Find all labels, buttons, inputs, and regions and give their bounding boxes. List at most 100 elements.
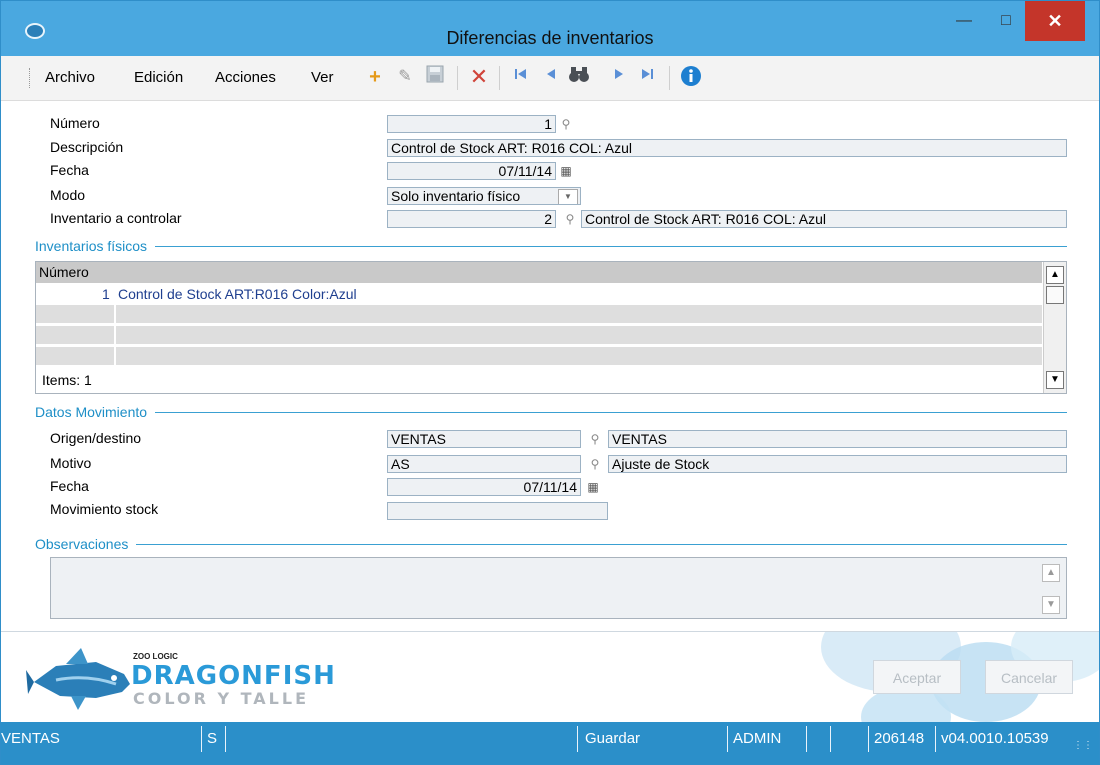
maximize-button[interactable]: □ [988, 1, 1024, 41]
empty-cell [116, 347, 1042, 365]
inventarios-fisicos-section: Inventarios físicos [35, 238, 1067, 254]
add-icon[interactable]: + [363, 65, 387, 89]
delete-icon[interactable]: ✕ [467, 65, 491, 89]
section-divider [35, 412, 1067, 413]
datos-movimiento-title: Datos Movimiento [35, 404, 156, 420]
aceptar-button[interactable]: Aceptar [873, 660, 961, 694]
section-divider [35, 246, 1067, 247]
scroll-down-icon[interactable]: ▼ [1042, 596, 1060, 614]
empty-cell [36, 305, 114, 323]
inventarios-fisicos-title: Inventarios físicos [35, 238, 156, 254]
movimiento-stock-label: Movimiento stock [50, 501, 159, 517]
scroll-down-icon[interactable]: ▼ [1046, 371, 1064, 389]
close-button[interactable]: ✕ [1025, 1, 1085, 41]
row-numero: 1 [102, 286, 110, 302]
inventario-label: Inventario a controlar [50, 210, 182, 226]
toolbar-separator [669, 66, 670, 90]
chevron-down-icon[interactable]: ▼ [558, 189, 578, 204]
menu-archivo[interactable]: Archivo [45, 69, 95, 86]
scroll-up-icon[interactable]: ▲ [1042, 564, 1060, 582]
status-module: VENTAS [1, 730, 60, 747]
table-row[interactable] [36, 347, 1042, 365]
movimiento-fecha-label: Fecha [50, 478, 89, 494]
status-separator [727, 726, 728, 752]
section-divider [35, 544, 1067, 545]
toolbar-separator [457, 66, 458, 90]
modo-select[interactable]: Solo inventario físico ▼ [387, 187, 581, 205]
modo-value: Solo inventario físico [391, 188, 521, 204]
status-flag: S [207, 730, 218, 747]
grid-items-count: Items: 1 [42, 372, 92, 388]
edit-icon[interactable]: ✎ [393, 65, 417, 89]
movimiento-fecha-field[interactable]: 07/11/14 [387, 478, 581, 496]
search-icon[interactable]: ⚲ [562, 210, 578, 228]
calendar-icon[interactable]: ▦ [585, 478, 601, 496]
motivo-description-field: Ajuste de Stock [608, 455, 1067, 473]
next-record-icon[interactable] [607, 65, 631, 89]
motivo-label: Motivo [50, 455, 92, 471]
status-id: 206148 [874, 730, 925, 747]
cancelar-button[interactable]: Cancelar [985, 660, 1073, 694]
window-title: Diferencias de inventarios [446, 28, 654, 48]
brand-small: ZOO LOGIC [133, 652, 178, 661]
status-separator [868, 726, 869, 752]
observaciones-title: Observaciones [35, 536, 137, 552]
toolbar-separator [499, 66, 500, 90]
empty-cell [36, 326, 114, 344]
app-window: Diferencias de inventarios — □ ✕ Archivo… [0, 0, 1100, 765]
status-user: ADMIN [733, 730, 782, 747]
origen-description-field: VENTAS [608, 430, 1067, 448]
inventario-field[interactable]: 2 [387, 210, 556, 228]
status-action: Guardar [585, 730, 641, 747]
modo-label: Modo [50, 187, 86, 203]
table-row[interactable] [36, 305, 1042, 323]
search-icon[interactable]: ⚲ [558, 115, 574, 133]
search-binoculars-icon[interactable] [567, 65, 591, 89]
brand-subtitle: COLOR Y TALLE [133, 689, 309, 708]
grid-header-numero[interactable]: Número [36, 262, 1042, 283]
search-icon[interactable]: ⚲ [587, 430, 603, 448]
movimiento-stock-field [387, 502, 608, 520]
last-record-icon[interactable] [635, 65, 659, 89]
grid-scrollbar[interactable]: ▲ ▼ [1043, 262, 1066, 393]
menu-edicion[interactable]: Edición [134, 69, 183, 86]
status-bar: VENTAS S Guardar ADMIN 206148 v04.0010.1… [1, 722, 1099, 764]
brand-title: DRAGONFISH [131, 661, 336, 691]
status-separator [806, 726, 807, 752]
row-descripcion: Control de Stock ART:R016 Color:Azul [118, 286, 357, 302]
scroll-thumb[interactable] [1046, 286, 1064, 304]
motivo-code-field[interactable]: AS [387, 455, 581, 473]
menu-ver[interactable]: Ver [311, 69, 334, 86]
menu-acciones[interactable]: Acciones [215, 69, 276, 86]
calendar-icon[interactable]: ▦ [558, 162, 574, 180]
minimize-button[interactable]: — [946, 1, 982, 41]
toolbar: Archivo Edición Acciones Ver + ✎ ✕ [1, 56, 1099, 101]
empty-cell [116, 326, 1042, 344]
scroll-up-icon[interactable]: ▲ [1046, 266, 1064, 284]
status-separator [201, 726, 202, 752]
descripcion-field[interactable]: Control de Stock ART: R016 COL: Azul [387, 139, 1067, 157]
numero-field[interactable]: 1 [387, 115, 556, 133]
status-separator [225, 726, 226, 752]
first-record-icon[interactable] [509, 65, 533, 89]
empty-cell [116, 305, 1042, 323]
descripcion-label: Descripción [50, 139, 124, 155]
status-separator [577, 726, 578, 752]
previous-record-icon[interactable] [539, 65, 563, 89]
toolbar-grip[interactable] [29, 68, 33, 88]
status-version: v04.0010.10539 [941, 730, 1049, 747]
observaciones-textarea[interactable]: ▲ ▼ [50, 557, 1067, 619]
save-icon[interactable] [423, 65, 447, 89]
dragonfish-logo-icon [26, 648, 130, 710]
origen-label: Origen/destino [50, 430, 142, 446]
observaciones-section: Observaciones [35, 536, 1067, 552]
inventarios-fisicos-grid: Número 1 Control de Stock ART:R016 Color… [35, 261, 1067, 394]
table-row[interactable] [36, 326, 1042, 344]
footer-panel: ZOO LOGIC DRAGONFISH COLOR Y TALLE Acept… [1, 631, 1099, 723]
fecha-field[interactable]: 07/11/14 [387, 162, 556, 180]
origen-code-field[interactable]: VENTAS [387, 430, 581, 448]
table-row[interactable]: 1 Control de Stock ART:R016 Color:Azul [36, 285, 1042, 303]
resize-grip-icon[interactable]: ⋮⋮ [1073, 740, 1093, 751]
info-icon[interactable] [679, 65, 703, 89]
search-icon[interactable]: ⚲ [587, 455, 603, 473]
